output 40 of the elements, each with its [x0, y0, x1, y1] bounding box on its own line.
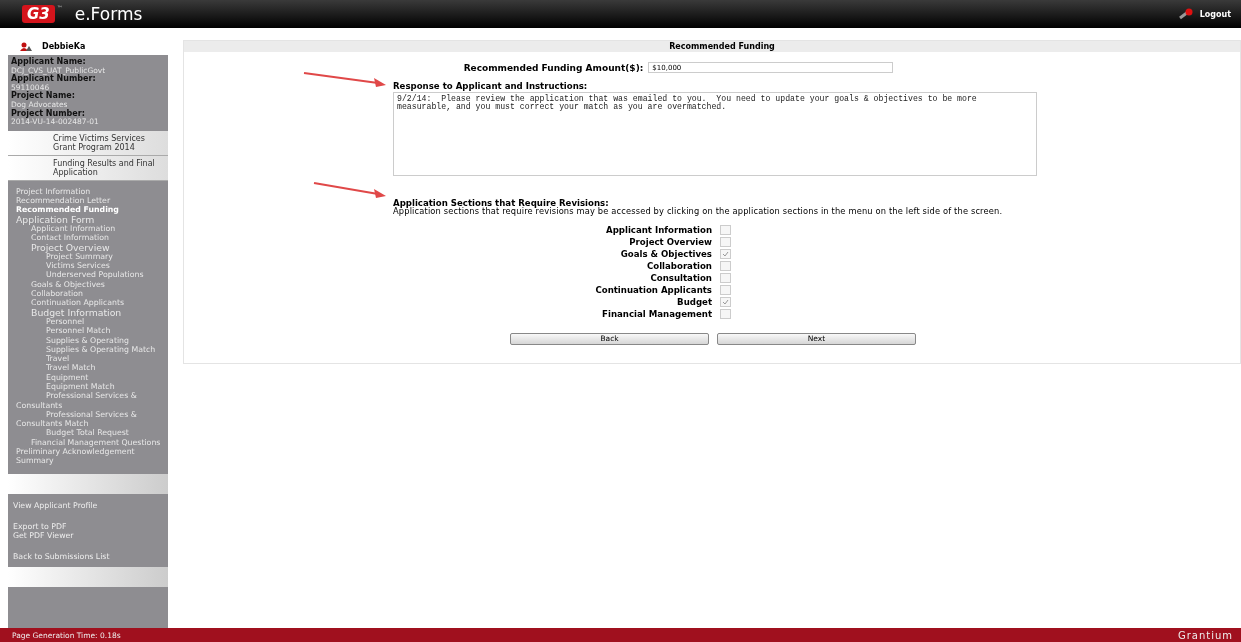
- response-field[interactable]: 9/2/14: Please review the application that was emailed to you. You need to update your goals & objectives to be more measurable, and you must correct your match as you are overmatched.: [393, 92, 1037, 176]
- user-name: DebbieKa: [42, 41, 86, 51]
- nav-link[interactable]: Project Overview: [16, 242, 164, 252]
- checkbox[interactable]: [720, 224, 731, 235]
- nav-link[interactable]: Application Form: [16, 214, 164, 224]
- field-label: Recommended Funding Amount($):: [463, 62, 644, 73]
- program-link[interactable]: Crime Victims Services Grant Program 2014: [8, 130, 168, 156]
- check-icon: [722, 298, 729, 305]
- checkbox-label: Project Overview: [628, 236, 712, 247]
- checkbox-label: Goals & Objectives: [619, 248, 712, 259]
- checkbox-label: Budget: [676, 296, 712, 307]
- info-label: Project Number:: [11, 109, 85, 119]
- checkbox-label: Applicant Information: [605, 224, 712, 235]
- logo: G3: [22, 5, 55, 23]
- checkbox-label: Consultation: [649, 272, 712, 283]
- info-label: Applicant Number:: [11, 75, 96, 84]
- checkbox[interactable]: [720, 236, 731, 247]
- user-icon: [20, 41, 32, 51]
- checkbox[interactable]: [720, 248, 731, 259]
- info-label: Applicant Name:: [11, 58, 86, 66]
- app-title: e.Forms: [74, 4, 144, 24]
- panel-title: Recommended Funding: [184, 41, 1240, 52]
- key-icon: [1177, 8, 1194, 20]
- logout-link[interactable]: Logout: [1177, 8, 1231, 20]
- program-link[interactable]: Funding Results and Final Application: [8, 155, 168, 181]
- nav-link[interactable]: Budget Information: [16, 307, 164, 317]
- checkbox[interactable]: [720, 308, 731, 319]
- checkbox-label: Collaboration: [645, 260, 712, 271]
- checkbox-label: Financial Management: [601, 308, 712, 319]
- section-heading: Application Sections that Require Revisions:: [393, 198, 610, 208]
- checkbox[interactable]: [720, 296, 731, 307]
- brand-name: Grantium: [1177, 629, 1233, 641]
- check-icon: [722, 250, 729, 257]
- checkbox-label: Continuation Applicants: [594, 284, 712, 295]
- checkbox[interactable]: [720, 272, 731, 283]
- field-label: Response to Applicant and Instructions:: [393, 81, 589, 91]
- section-note: Application sections that require revisions may be accessed by clicking on the application sections in the menu on the left side of the screen.: [393, 208, 1004, 216]
- checkbox[interactable]: [720, 260, 731, 271]
- checkbox[interactable]: [720, 284, 731, 295]
- info-label: Project Name:: [11, 92, 76, 101]
